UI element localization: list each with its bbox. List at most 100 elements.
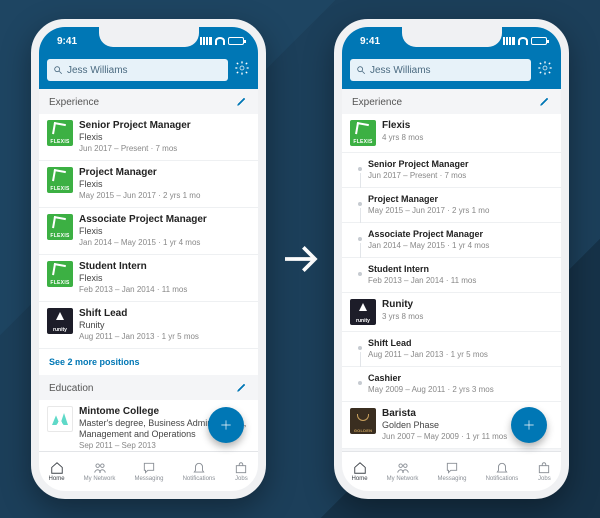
experience-header: Experience — [342, 89, 561, 114]
tab-messaging[interactable]: Messaging — [437, 461, 466, 482]
role-dates: Jan 2014 – May 2015 · 1 yr 4 mos — [368, 240, 553, 251]
network-icon — [396, 461, 410, 475]
messaging-icon — [445, 461, 459, 475]
role-title: Student Intern — [368, 264, 553, 275]
company-name: Flexis — [382, 120, 553, 132]
experience-role[interactable]: Project ManagerMay 2015 – Jun 2017 · 2 y… — [342, 188, 561, 223]
role-dates: Feb 2013 – Jan 2014 · 11 mos — [368, 275, 553, 286]
experience-item[interactable]: FLEXIS Project ManagerFlexisMay 2015 – Ju… — [39, 161, 258, 208]
home-icon — [353, 461, 367, 475]
settings-button[interactable] — [234, 60, 250, 81]
signal-icon — [503, 37, 515, 45]
status-time: 9:41 — [360, 36, 380, 47]
experience-item[interactable]: FLEXISStudent InternFlexisFeb 2013 – Jan… — [39, 255, 258, 302]
job-dates: Jan 2014 – May 2015 · 1 yr 4 mos — [79, 237, 250, 248]
experience-role[interactable]: CashierMay 2009 – Aug 2011 · 2 yrs 3 mos — [342, 367, 561, 402]
gear-icon — [234, 60, 250, 76]
bottom-tab-bar: Home My Network Messaging Notifications … — [39, 451, 258, 491]
search-input[interactable]: Jess Williams — [350, 59, 531, 81]
bell-icon — [192, 461, 206, 475]
plus-icon — [218, 417, 234, 433]
edit-education-button[interactable] — [236, 381, 248, 396]
notch — [99, 27, 199, 47]
briefcase-icon — [537, 461, 551, 475]
home-icon — [50, 461, 64, 475]
company-logo-flexis: FLEXIS — [350, 120, 376, 146]
company-logo-runity: runity — [47, 308, 73, 334]
tab-notifications[interactable]: Notifications — [486, 461, 519, 482]
status-time: 9:41 — [57, 36, 77, 47]
wifi-icon — [518, 37, 528, 45]
gear-icon — [537, 60, 553, 76]
tab-notifications[interactable]: Notifications — [183, 461, 216, 482]
edit-experience-button[interactable] — [539, 95, 551, 110]
experience-item[interactable]: runity Shift LeadRunityAug 2011 – Jan 201… — [39, 302, 258, 349]
experience-header: Experience — [39, 89, 258, 114]
role-dates: Jun 2017 – Present · 7 mos — [368, 170, 553, 181]
tab-home[interactable]: Home — [49, 461, 65, 482]
tab-messaging[interactable]: Messaging — [134, 461, 163, 482]
company-logo-golden-phase: GOLDEN — [350, 408, 376, 434]
company-logo-flexis: FLEXIS — [47, 167, 73, 193]
job-company: Flexis — [79, 132, 250, 143]
experience-role[interactable]: Senior Project ManagerJun 2017 – Present… — [342, 153, 561, 188]
experience-item[interactable]: FLEXIS Associate Project ManagerFlexisJan… — [39, 208, 258, 255]
tab-network[interactable]: My Network — [387, 461, 419, 482]
settings-button[interactable] — [537, 60, 553, 81]
bell-icon — [495, 461, 509, 475]
profile-content[interactable]: Experience FLEXISSenior Project ManagerF… — [39, 89, 258, 451]
search-input[interactable]: Jess Williams — [47, 59, 228, 81]
role-dates: May 2009 – Aug 2011 · 2 yrs 3 mos — [368, 384, 553, 395]
job-dates: May 2015 – Jun 2017 · 2 yrs 1 mo — [79, 190, 250, 201]
add-fab-button[interactable] — [208, 407, 244, 443]
battery-icon — [531, 37, 547, 45]
company-logo-flexis: FLEXIS — [47, 214, 73, 240]
job-dates: Aug 2011 – Jan 2013 · 1 yr 5 mos — [79, 331, 250, 342]
section-title: Education — [49, 383, 93, 394]
role-title: Shift Lead — [368, 338, 553, 349]
tab-network[interactable]: My Network — [84, 461, 116, 482]
role-title: Project Manager — [368, 194, 553, 205]
experience-group[interactable]: runityRunity3 yrs 8 mos — [342, 293, 561, 332]
experience-item[interactable]: FLEXIS Senior Project ManagerFlexisJun 20… — [39, 114, 258, 161]
experience-group[interactable]: FLEXIS Flexis4 yrs 8 mos — [342, 114, 561, 153]
company-total-duration: 3 yrs 8 mos — [382, 311, 553, 322]
experience-role[interactable]: Shift LeadAug 2011 – Jan 2013 · 1 yr 5 m… — [342, 332, 561, 367]
experience-role[interactable]: Associate Project ManagerJan 2014 – May … — [342, 223, 561, 258]
wifi-icon — [215, 37, 225, 45]
phone-after: 9:41 Jess Williams Experience FLEXIS Flex… — [334, 19, 569, 499]
battery-icon — [228, 37, 244, 45]
job-title: Shift Lead — [79, 308, 250, 320]
school-logo-mintome — [47, 406, 73, 432]
company-total-duration: 4 yrs 8 mos — [382, 132, 553, 143]
company-logo-flexis: FLEXIS — [47, 120, 73, 146]
tab-jobs[interactable]: Jobs — [234, 461, 248, 482]
search-text: Jess Williams — [370, 65, 431, 76]
education-header: Education — [39, 375, 258, 400]
pencil-icon — [236, 95, 248, 107]
job-title: Senior Project Manager — [79, 120, 250, 132]
tab-jobs[interactable]: Jobs — [537, 461, 551, 482]
job-company: Flexis — [79, 179, 250, 190]
job-title: Associate Project Manager — [79, 214, 250, 226]
tab-home[interactable]: Home — [352, 461, 368, 482]
messaging-icon — [142, 461, 156, 475]
phone-before: 9:41 Jess Williams Experience FLEXIS Seni… — [31, 19, 266, 499]
experience-role[interactable]: Student InternFeb 2013 – Jan 2014 · 11 m… — [342, 258, 561, 293]
section-title: Experience — [352, 97, 402, 108]
role-dates: Aug 2011 – Jan 2013 · 1 yr 5 mos — [368, 349, 553, 360]
search-icon — [356, 65, 366, 75]
pencil-icon — [236, 381, 248, 393]
job-dates: Jun 2017 – Present · 7 mos — [79, 143, 250, 154]
notch — [402, 27, 502, 47]
job-company: Runity — [79, 320, 250, 331]
job-company: Flexis — [79, 226, 250, 237]
bottom-tab-bar: Home My Network Messaging Notifications … — [342, 451, 561, 491]
search-icon — [53, 65, 63, 75]
add-fab-button[interactable] — [511, 407, 547, 443]
edit-experience-button[interactable] — [236, 95, 248, 110]
top-bar: Jess Williams — [342, 55, 561, 89]
job-title: Project Manager — [79, 167, 250, 179]
see-more-positions-link[interactable]: See 2 more positions — [39, 349, 258, 375]
profile-content[interactable]: Experience FLEXIS Flexis4 yrs 8 mos Senio… — [342, 89, 561, 451]
